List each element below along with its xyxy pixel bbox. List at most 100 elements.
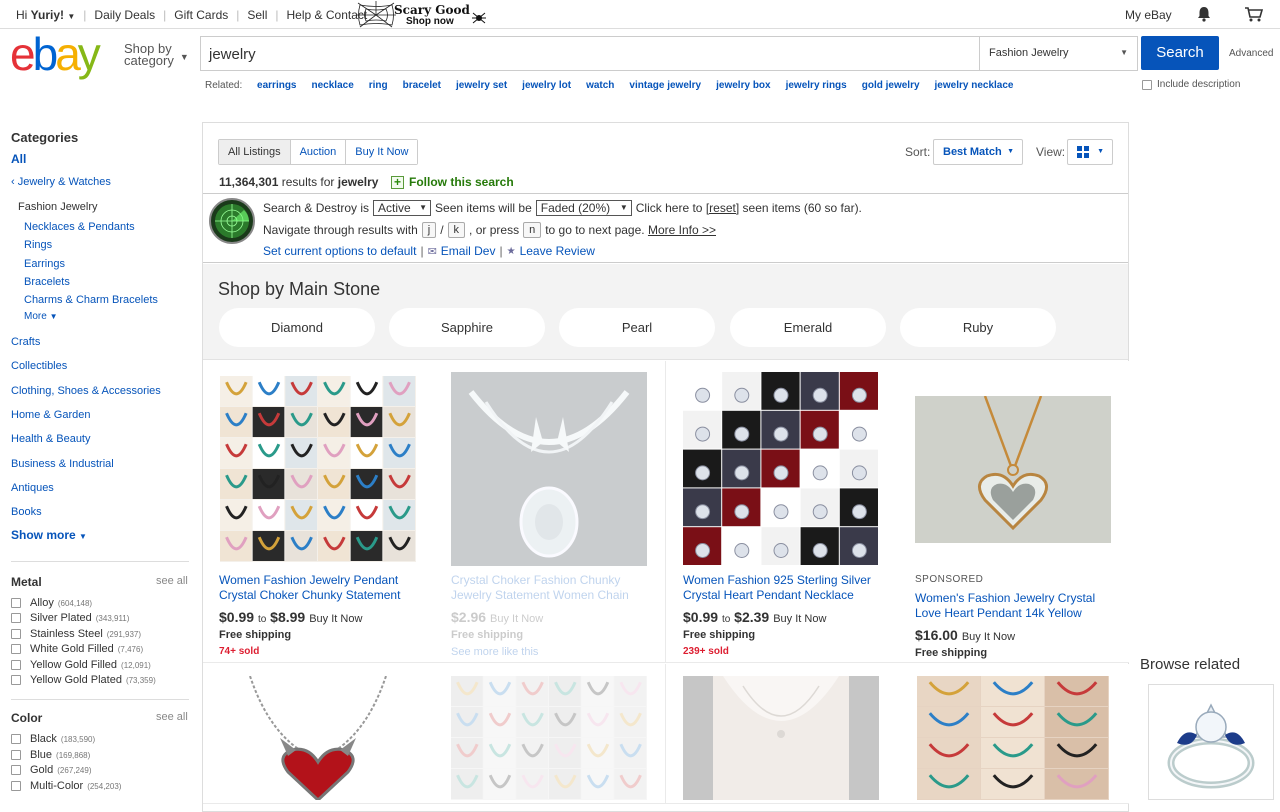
related-link[interactable]: earrings (257, 80, 296, 91)
listing-image[interactable] (220, 676, 416, 800)
bell-icon[interactable] (1197, 6, 1211, 22)
shop-by-category-button[interactable]: Shop by category ▼ (124, 42, 189, 67)
promo-banner[interactable]: Scary Good Shop now (356, 1, 486, 28)
listing-title-link[interactable]: Women Fashion Jewelry Pendant Crystal Cho… (219, 573, 419, 603)
show-more-categories-link[interactable]: Show more ▼ (11, 528, 87, 542)
facet-option[interactable]: Black (183,590) (11, 733, 95, 745)
cart-icon[interactable] (1244, 6, 1264, 22)
facet-checkbox[interactable] (11, 734, 21, 744)
browse-related-item[interactable] (1148, 684, 1274, 800)
related-link[interactable]: ring (369, 80, 388, 91)
stone-pill-emerald[interactable]: Emerald (730, 308, 886, 347)
stone-pill-ruby[interactable]: Ruby (900, 308, 1056, 347)
related-link[interactable]: necklace (312, 80, 354, 91)
tab-all-listings[interactable]: All Listings (219, 140, 291, 164)
category-link[interactable]: Health & Beauty (11, 433, 91, 445)
listing-image[interactable] (683, 676, 879, 800)
stone-pill-pearl[interactable]: Pearl (559, 308, 715, 347)
related-link[interactable]: jewelry box (716, 80, 770, 91)
facet-option[interactable]: Yellow Gold Filled (12,091) (11, 659, 151, 671)
facet-option[interactable]: Gold (267,249) (11, 764, 92, 776)
related-link[interactable]: jewelry necklace (935, 80, 1014, 91)
tab-auction[interactable]: Auction (290, 140, 347, 164)
facet-checkbox[interactable] (11, 613, 21, 623)
subcategory-link[interactable]: Necklaces & Pendants (24, 221, 135, 233)
more-subcategories-link[interactable]: More ▼ (24, 311, 58, 322)
listing-image[interactable] (220, 376, 416, 562)
see-more-like-this-link[interactable]: See more like this (451, 646, 538, 658)
sd-set-default-link[interactable]: Set current options to default (263, 244, 416, 258)
facet-option[interactable]: Alloy (604,148) (11, 597, 92, 609)
category-link[interactable]: Home & Garden (11, 409, 90, 421)
related-link[interactable]: jewelry rings (786, 80, 847, 91)
facet-checkbox[interactable] (11, 660, 21, 670)
stone-pill-sapphire[interactable]: Sapphire (389, 308, 545, 347)
listing-title-link[interactable]: Women Fashion 925 Sterling Silver Crystal… (683, 573, 883, 603)
subcategory-link[interactable]: Earrings (24, 258, 65, 270)
metal-see-all-link[interactable]: see all (156, 575, 188, 587)
facet-checkbox[interactable] (11, 629, 21, 639)
facet-option[interactable]: White Gold Filled (7,476) (11, 643, 143, 655)
listing-image[interactable] (451, 676, 647, 800)
facet-option[interactable]: Silver Plated (343,911) (11, 612, 129, 624)
ebay-logo[interactable]: ebay (10, 31, 101, 77)
search-input[interactable]: jewelry (209, 46, 256, 63)
related-link[interactable]: watch (586, 80, 614, 91)
sell-link[interactable]: Sell (247, 8, 267, 22)
sd-more-info-link[interactable]: More Info >> (648, 223, 716, 237)
subcategory-link[interactable]: Rings (24, 239, 52, 251)
sort-select[interactable]: Best Match ▼ (933, 139, 1023, 165)
listing-image[interactable] (917, 676, 1109, 800)
listing-title-link[interactable]: Women's Fashion Jewelry Crystal Love Hear… (915, 591, 1115, 621)
facet-checkbox[interactable] (11, 598, 21, 608)
listing-title-link[interactable]: Crystal Choker Fashion Chunky Jewelry Sta… (451, 573, 651, 603)
facet-option[interactable]: Multi-Color (254,203) (11, 780, 121, 792)
include-description-option[interactable]: Include description (1142, 79, 1240, 90)
sd-state-select[interactable]: Active ▼ (373, 200, 432, 216)
sd-fade-select[interactable]: Faded (20%) ▼ (535, 200, 632, 216)
listing-image[interactable] (915, 396, 1111, 543)
related-link[interactable]: gold jewelry (862, 80, 920, 91)
search-button[interactable]: Search (1141, 36, 1219, 70)
color-see-all-link[interactable]: see all (156, 711, 188, 723)
follow-search-button[interactable]: + Follow this search (391, 175, 514, 189)
my-ebay-link[interactable]: My eBay (1125, 8, 1172, 22)
related-link[interactable]: vintage jewelry (629, 80, 701, 91)
sd-leave-review-link[interactable]: Leave Review (520, 244, 595, 258)
category-link[interactable]: Books (11, 506, 42, 518)
advanced-search-link[interactable]: Advanced (1229, 48, 1273, 59)
category-link[interactable]: Clothing, Shoes & Accessories (11, 385, 161, 397)
category-link[interactable]: Crafts (11, 336, 40, 348)
related-link[interactable]: jewelry lot (522, 80, 571, 91)
facet-checkbox[interactable] (11, 765, 21, 775)
facet-checkbox[interactable] (11, 750, 21, 760)
category-select[interactable]: Fashion Jewelry ▼ (979, 37, 1138, 70)
facet-checkbox[interactable] (11, 644, 21, 654)
sd-reset-link[interactable]: [reset] (706, 201, 739, 215)
stone-pill-diamond[interactable]: Diamond (219, 308, 375, 347)
gift-cards-link[interactable]: Gift Cards (174, 8, 228, 22)
related-link[interactable]: jewelry set (456, 80, 507, 91)
view-select[interactable]: ▼ (1067, 139, 1113, 165)
facet-checkbox[interactable] (11, 781, 21, 791)
include-description-checkbox[interactable] (1142, 79, 1152, 90)
listing-image[interactable] (683, 372, 879, 566)
tab-buy-it-now[interactable]: Buy It Now (346, 140, 418, 164)
category-all-link[interactable]: All (11, 152, 26, 166)
greeting[interactable]: Hi Yuriy! ▼ (16, 8, 75, 22)
category-parent-link[interactable]: ‹ Jewelry & Watches (11, 176, 111, 188)
facet-option[interactable]: Blue (169,868) (11, 749, 90, 761)
listing-image[interactable] (451, 372, 647, 566)
category-link[interactable]: Business & Industrial (11, 458, 114, 470)
facet-checkbox[interactable] (11, 675, 21, 685)
related-link[interactable]: bracelet (403, 80, 441, 91)
facet-option[interactable]: Yellow Gold Plated (73,359) (11, 674, 156, 686)
category-link[interactable]: Collectibles (11, 360, 67, 372)
subcategory-link[interactable]: Bracelets (24, 276, 70, 288)
facet-option[interactable]: Stainless Steel (291,937) (11, 628, 141, 640)
subcategory-link[interactable]: Charms & Charm Bracelets (24, 294, 158, 306)
category-link[interactable]: Antiques (11, 482, 54, 494)
more-label: More (24, 311, 47, 322)
daily-deals-link[interactable]: Daily Deals (94, 8, 155, 22)
sd-email-dev-link[interactable]: Email Dev (441, 244, 496, 258)
